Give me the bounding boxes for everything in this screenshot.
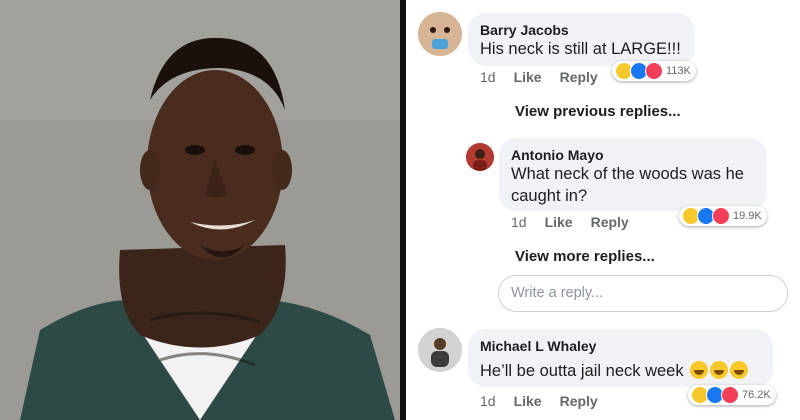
reaction-summary[interactable]: 113K <box>612 61 696 81</box>
comment-text: His neck is still at LARGE!!! <box>480 40 681 58</box>
reply-input[interactable]: Write a reply... <box>498 275 788 312</box>
reaction-count: 76.2K <box>742 389 771 401</box>
laughing-tears-icon <box>710 361 729 379</box>
comment-thread: Barry Jacobs His neck is still at LARGE!… <box>406 0 800 420</box>
comment-actions: 1d Like Reply <box>480 69 616 85</box>
laughing-tears-icon <box>730 361 749 379</box>
view-previous-replies-link[interactable]: View previous replies... <box>515 103 681 120</box>
like-button[interactable]: Like <box>514 69 542 85</box>
avatar-antonio-mayo[interactable] <box>466 143 494 171</box>
comment-age[interactable]: 1d <box>480 69 496 85</box>
reply-button[interactable]: Reply <box>591 214 629 230</box>
avatar-michael-l-whaley[interactable] <box>418 328 462 372</box>
like-button[interactable]: Like <box>514 393 542 409</box>
love-icon <box>712 207 730 225</box>
comment-author[interactable]: Antonio Mayo <box>511 147 604 163</box>
comment-actions: 1d Like Reply <box>511 214 647 230</box>
reply-button[interactable]: Reply <box>560 69 598 85</box>
baby-face-icon <box>418 12 462 56</box>
mugshot-image <box>0 0 400 420</box>
view-more-replies-link[interactable]: View more replies... <box>515 248 655 265</box>
person-photo-icon <box>418 328 462 372</box>
mugshot-photo <box>0 0 400 420</box>
comment-author[interactable]: Barry Jacobs <box>480 22 569 38</box>
reaction-summary[interactable]: 76.2K <box>688 385 776 405</box>
comment-text-body: He’ll be outta jail neck week <box>480 362 684 380</box>
reaction-count: 113K <box>666 65 691 77</box>
avatar-barry-jacobs[interactable] <box>418 12 462 56</box>
comment-age[interactable]: 1d <box>511 214 527 230</box>
comment-text: He’ll be outta jail neck week <box>480 360 749 382</box>
comment-author[interactable]: Michael L Whaley <box>480 338 596 354</box>
reply-button[interactable]: Reply <box>560 393 598 409</box>
reply-placeholder: Write a reply... <box>511 285 604 301</box>
laughing-tears-icon <box>690 361 709 379</box>
person-icon <box>466 143 494 171</box>
like-button[interactable]: Like <box>545 214 573 230</box>
comment-age[interactable]: 1d <box>480 393 496 409</box>
love-icon <box>645 62 663 80</box>
love-icon <box>721 386 739 404</box>
comment-actions: 1d Like Reply <box>480 393 616 409</box>
comment-text: What neck of the woods was he caught in? <box>511 165 744 205</box>
reaction-summary[interactable]: 19.9K <box>679 206 767 226</box>
reaction-count: 19.9K <box>733 210 762 222</box>
